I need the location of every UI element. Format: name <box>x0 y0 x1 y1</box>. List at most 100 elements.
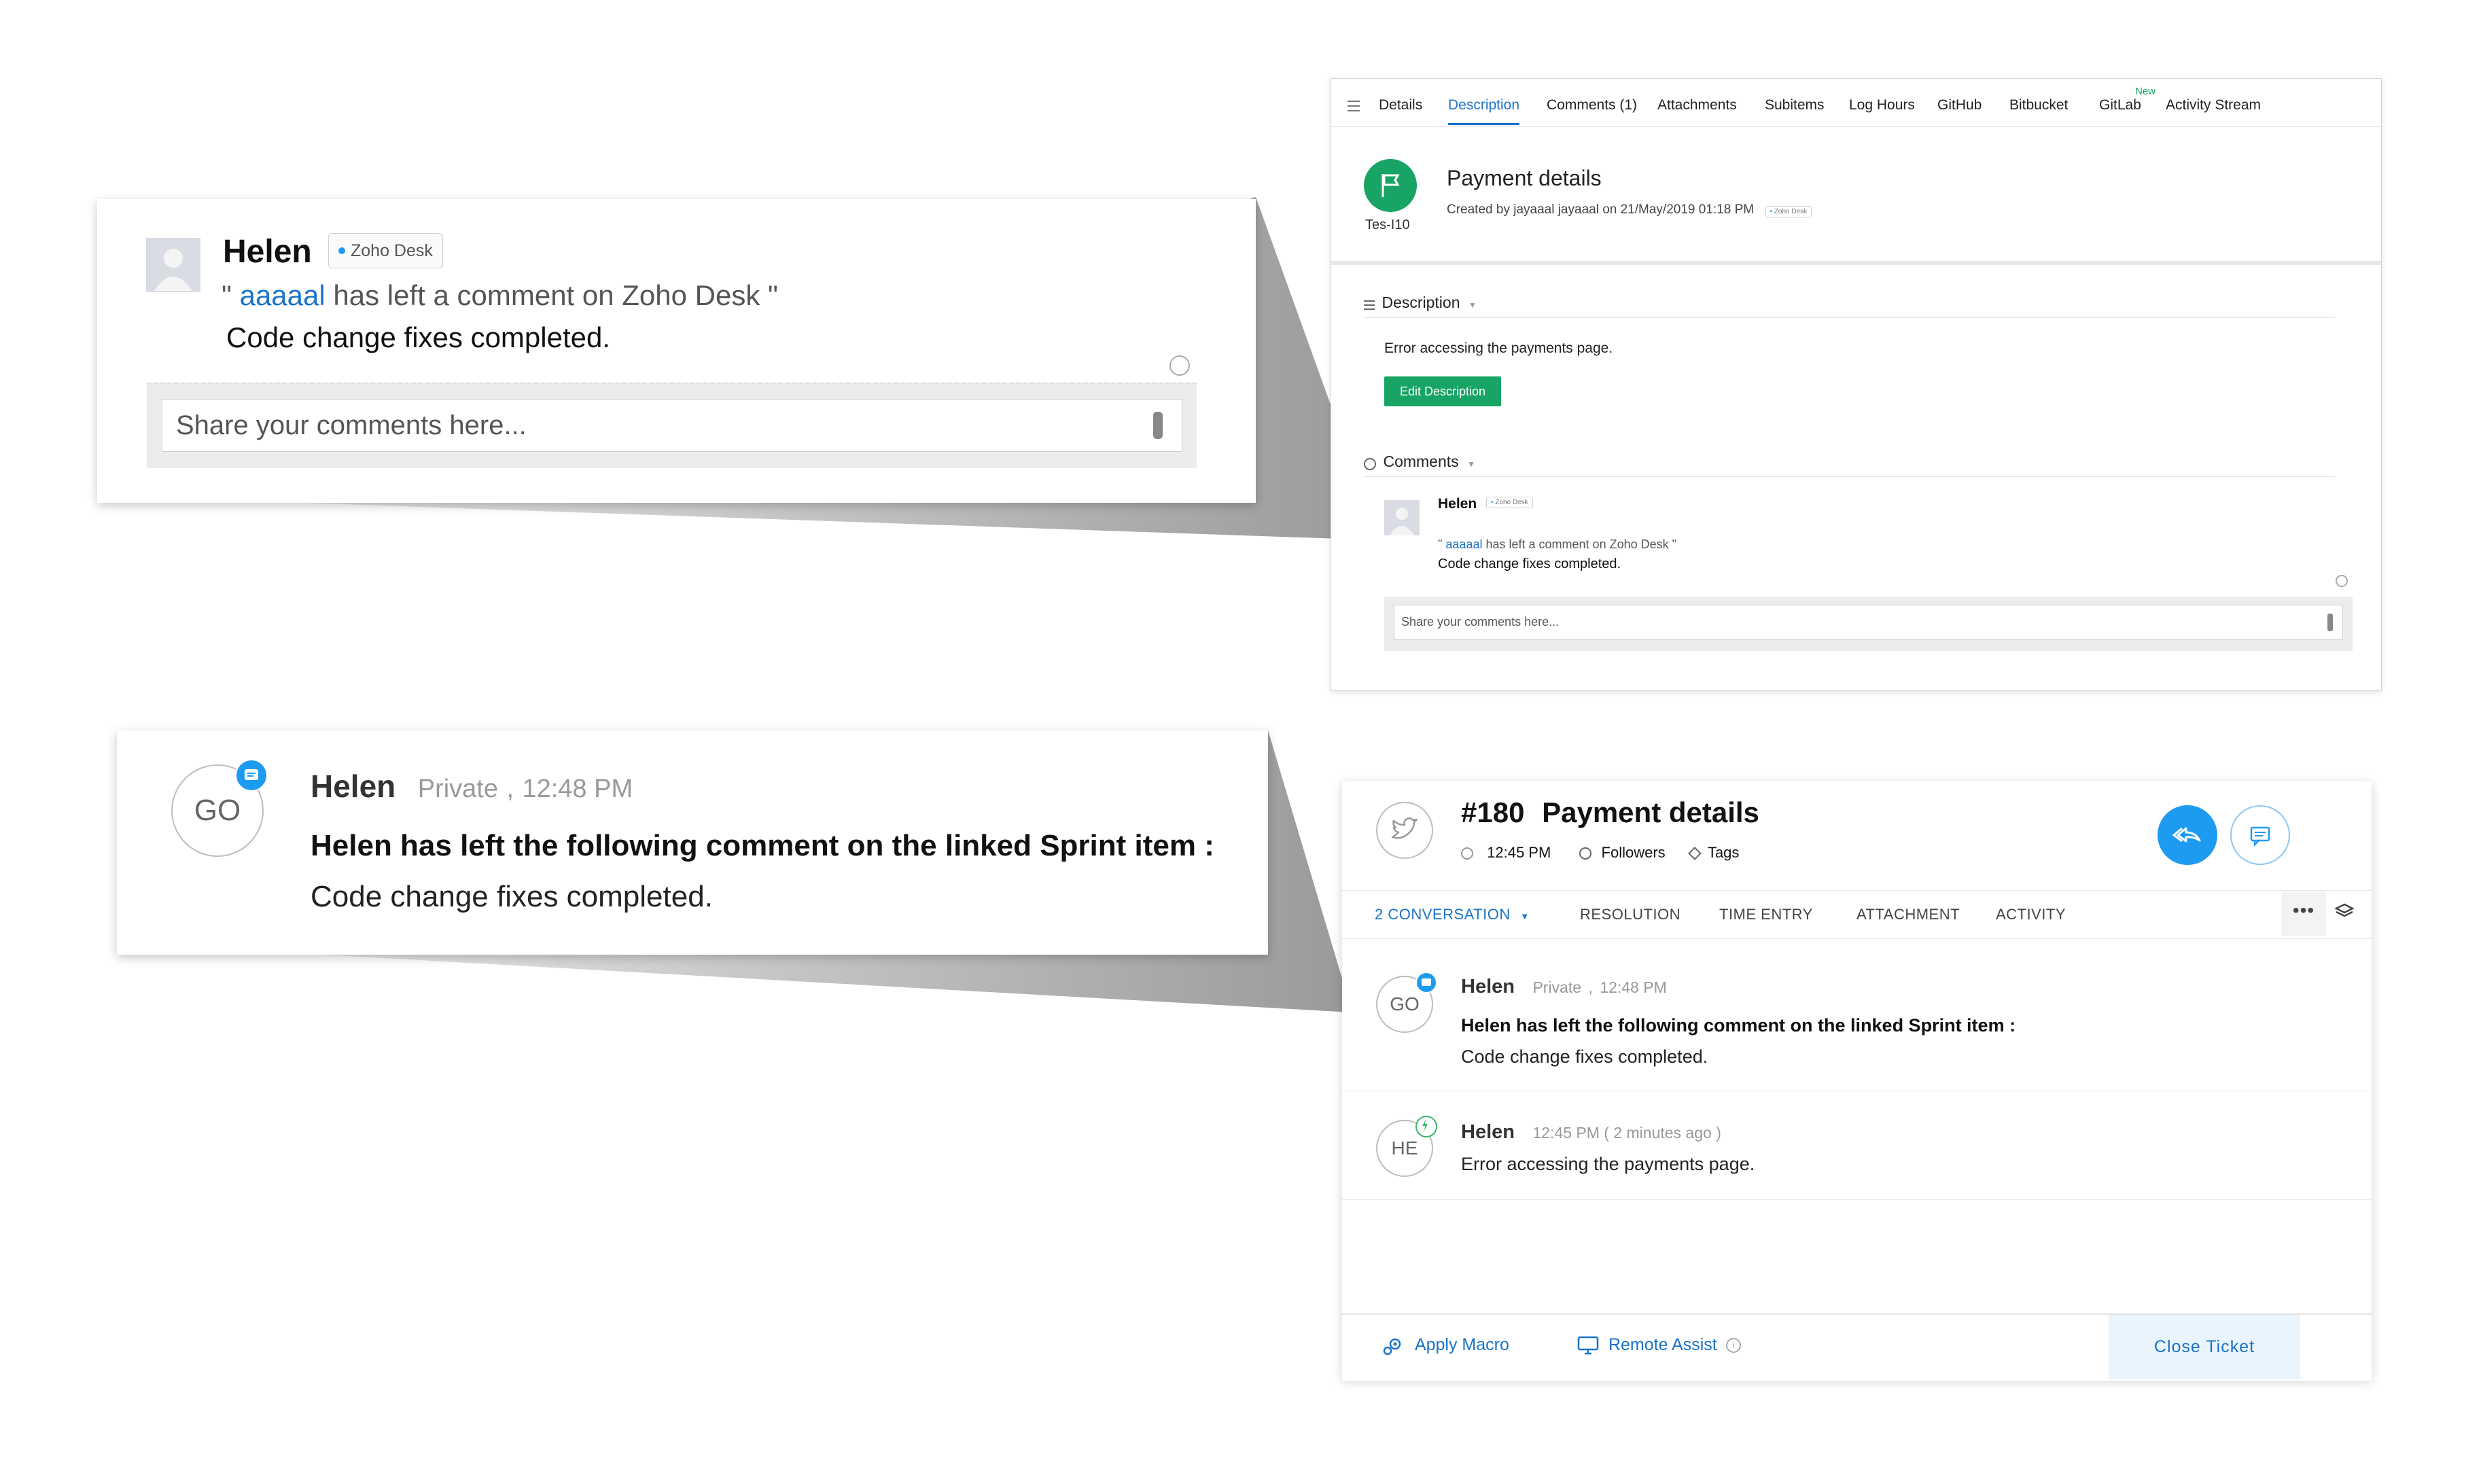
comment-message: " aaaaal has left a comment on Zoho Desk… <box>1438 537 1677 551</box>
scrollbar[interactable] <box>1153 412 1163 439</box>
info-icon[interactable]: i <box>1725 1338 1741 1354</box>
zoom-thread-callout: GO Helen Private , 12:48 PM Helen has le… <box>117 730 1268 955</box>
source-tag-label: Zoho Desk <box>351 241 433 260</box>
description-text: Error accessing the payments page. <box>1384 340 1613 356</box>
thread-author: Helen <box>1461 1121 1515 1143</box>
new-badge: New <box>2135 86 2156 97</box>
tab-conversation[interactable]: 2 CONVERSATION ▼ <box>1375 906 1530 923</box>
followers-link[interactable]: Followers <box>1602 844 1666 861</box>
tab-log-hours[interactable]: Log Hours <box>1849 97 1915 113</box>
avatar <box>1384 500 1420 535</box>
source-tag: • Zoho Desk <box>1486 497 1533 508</box>
reply-status-icon <box>1415 1116 1437 1137</box>
comment-input[interactable]: Share your comments here... <box>162 399 1182 452</box>
ticket-number: #180 <box>1461 796 1525 828</box>
visibility-label: Private <box>417 775 498 803</box>
item-status-icon <box>1364 159 1417 212</box>
reply-button[interactable] <box>2158 805 2217 865</box>
gear-icon <box>1383 1338 1401 1356</box>
comment-placeholder: Share your comments here... <box>176 410 527 440</box>
private-comment-icon <box>235 759 268 792</box>
close-ticket-button[interactable]: Close Ticket <box>2109 1315 2300 1379</box>
desk-ticket-panel: #180 Payment details 12:45 PM Followers … <box>1342 781 2372 1381</box>
twitter-channel-icon <box>1376 802 1433 859</box>
thread-body: Code change fixes completed. <box>1461 1046 1708 1067</box>
comment-author: Helen <box>223 234 312 270</box>
tab-attachments[interactable]: Attachments <box>1657 97 1737 113</box>
edit-description-button[interactable]: Edit Description <box>1384 376 1501 406</box>
description-section-header: Description ▼ <box>1364 294 2336 318</box>
comment-body: Code change fixes completed. <box>1438 556 1621 571</box>
tab-activity-stream[interactable]: Activity Stream <box>2166 97 2261 113</box>
tab-activity[interactable]: ACTIVITY <box>1996 906 2066 923</box>
avatar <box>146 238 200 292</box>
item-title: Payment details <box>1447 166 1602 190</box>
tab-bitbucket[interactable]: Bitbucket <box>2009 97 2068 113</box>
thread-header: Helen Private , 12:48 PM <box>311 768 633 804</box>
thread-author: Helen <box>1461 976 1515 997</box>
emoji-icon[interactable] <box>2336 575 2348 587</box>
zoom-comment-callout: Helen Zoho Desk " aaaaal has left a comm… <box>97 199 1256 503</box>
clock-icon <box>1461 847 1473 860</box>
comment-icon <box>2250 826 2270 847</box>
monitor-icon <box>1577 1337 1599 1355</box>
tag-dot-icon <box>338 247 345 254</box>
ticket-time: 12:45 PM <box>1487 844 1551 861</box>
tab-github[interactable]: GitHub <box>1937 97 1982 113</box>
thread-time: 12:48 PM <box>1600 978 1667 996</box>
sprints-item-panel: Details Description Comments (1) Attachm… <box>1331 78 2382 691</box>
thread-header: Helen Private , 12:48 PM <box>1461 976 1667 997</box>
header-divider <box>1331 261 2381 265</box>
thread-time: 12:45 PM ( 2 minutes ago ) <box>1532 1124 1721 1142</box>
tab-comments[interactable]: Comments (1) <box>1547 97 1637 113</box>
flag-icon <box>1382 174 1400 197</box>
comment-box: Share your comments here... <box>1384 597 2353 651</box>
chevron-down-icon[interactable]: ▼ <box>1468 300 1477 310</box>
item-tabs: Details Description Comments (1) Attachm… <box>1331 79 2381 127</box>
chevron-down-icon[interactable]: ▼ <box>1467 459 1475 469</box>
tab-gitlab[interactable]: GitLab <box>2099 97 2141 113</box>
tab-time-entry[interactable]: TIME ENTRY <box>1719 906 1813 923</box>
comment-author: Helen <box>1438 496 1477 512</box>
comment-box: Share your comments here... <box>147 355 1197 468</box>
ticket-title: #180 Payment details <box>1461 796 1759 829</box>
emoji-icon[interactable] <box>1169 355 1190 376</box>
tab-attachment[interactable]: ATTACHMENT <box>1857 906 1960 923</box>
item-created-by: Created by jayaaal jayaaal on 21/May/201… <box>1447 202 1812 217</box>
thread-author: Helen <box>311 768 396 804</box>
comment-body: Code change fixes completed. <box>226 321 611 353</box>
user-link[interactable]: aaaaal <box>240 279 325 311</box>
reply-all-icon <box>2172 827 2201 843</box>
tab-resolution[interactable]: RESOLUTION <box>1580 906 1681 923</box>
tags-link[interactable]: Tags <box>1708 844 1739 861</box>
tag-icon[interactable] <box>1687 847 1702 861</box>
comment-input[interactable]: Share your comments here... <box>1394 605 2343 640</box>
comment-button[interactable] <box>2230 805 2290 865</box>
thread-body: Code change fixes completed. <box>311 880 713 913</box>
tab-description[interactable]: Description <box>1448 97 1520 125</box>
visibility-label: Private <box>1532 978 1582 996</box>
apply-macro-button[interactable]: Apply Macro <box>1382 1333 1509 1358</box>
thread-body: Error accessing the payments page. <box>1461 1154 1755 1174</box>
comment-placeholder: Share your comments here... <box>1401 615 1560 629</box>
followers-icon[interactable] <box>1579 847 1592 860</box>
remote-assist-button[interactable]: Remote Assist i <box>1577 1335 1741 1356</box>
thread-heading: Helen has left the following comment on … <box>1461 1015 2016 1036</box>
ticket-subject: Payment details <box>1542 796 1759 828</box>
source-tag: • Zoho Desk <box>1765 206 1812 217</box>
tab-details[interactable]: Details <box>1379 97 1422 113</box>
comment-icon <box>1364 457 1376 470</box>
more-options-button[interactable]: ••• <box>2281 891 2326 936</box>
list-icon <box>1364 300 1375 310</box>
tab-subitems[interactable]: Subitems <box>1765 97 1825 113</box>
item-id: Tes-I10 <box>1365 217 1410 232</box>
thread-divider <box>1342 1199 2372 1200</box>
comment-message: " aaaaal has left a comment on Zoho Desk… <box>222 279 778 311</box>
menu-icon[interactable] <box>1348 101 1360 111</box>
scrollbar[interactable] <box>2327 614 2333 631</box>
thread-heading: Helen has left the following comment on … <box>311 829 1214 862</box>
user-link[interactable]: aaaaal <box>1445 537 1482 551</box>
private-comment-icon <box>1415 972 1437 993</box>
thread-time: 12:48 PM <box>522 775 633 803</box>
layers-icon[interactable] <box>2334 901 2355 921</box>
